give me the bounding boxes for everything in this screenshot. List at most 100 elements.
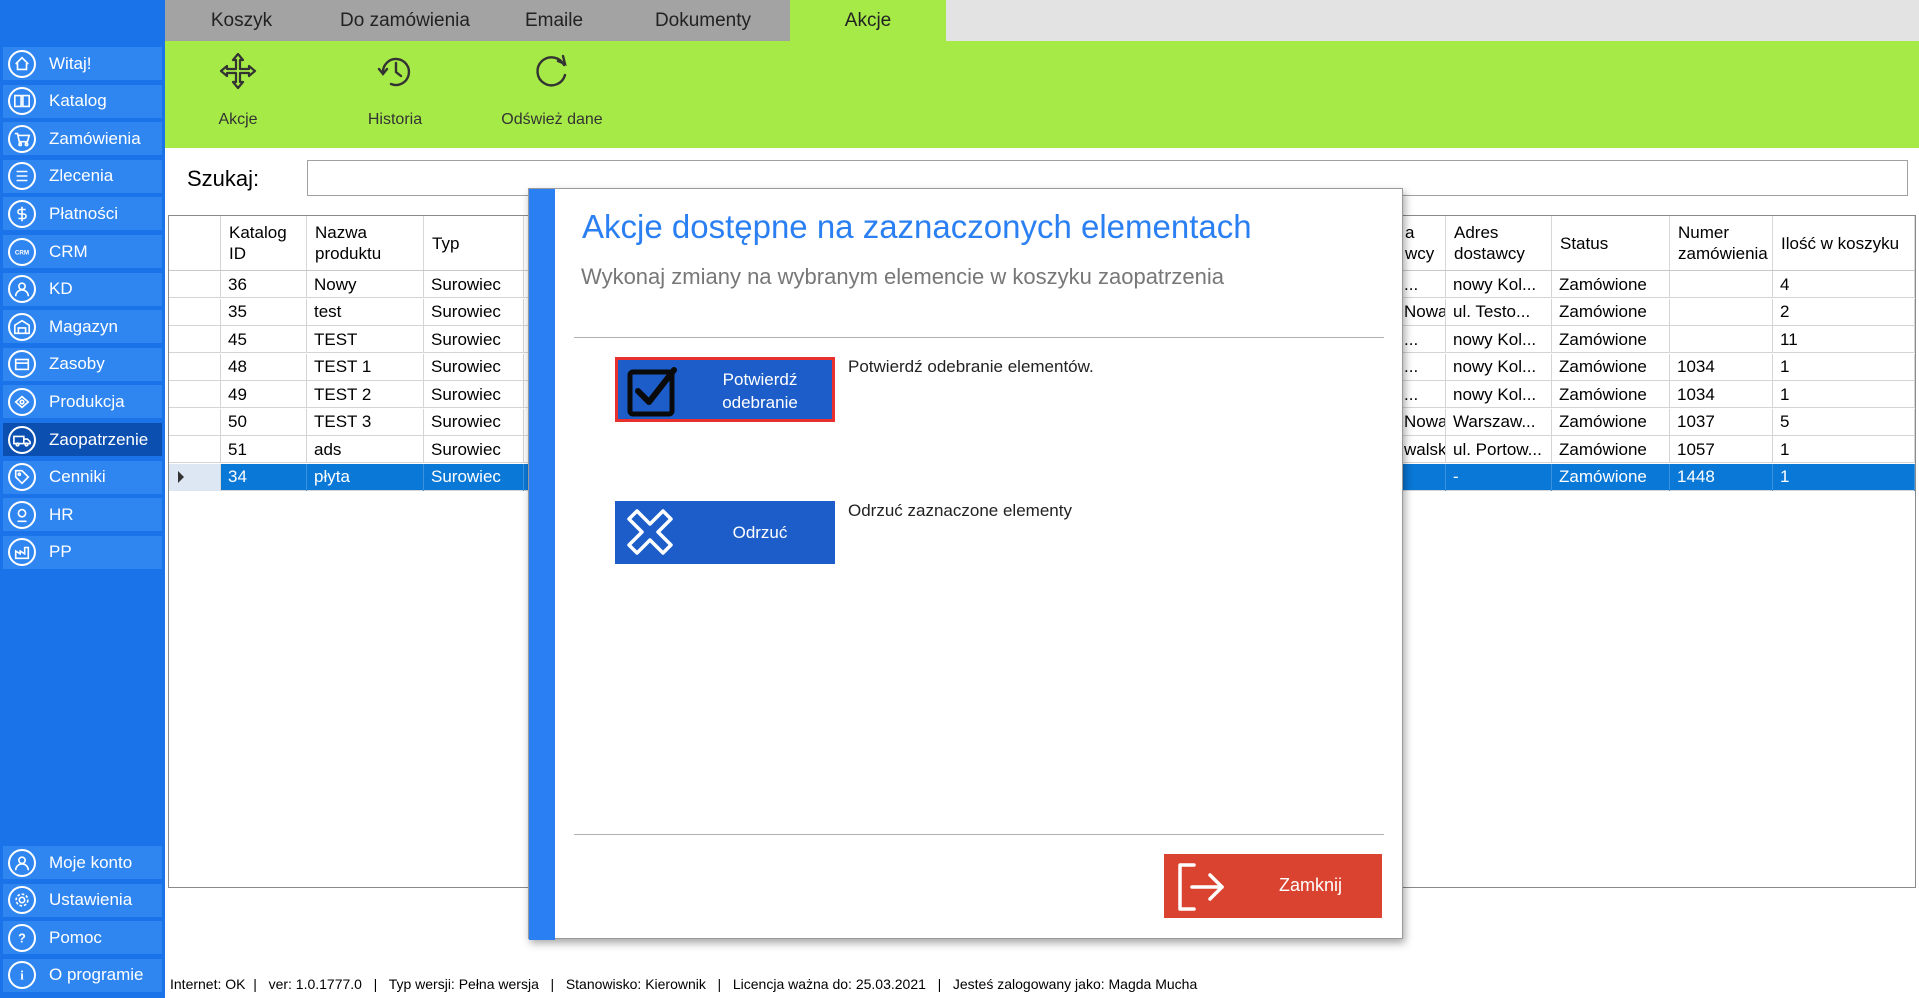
cell-adres: nowy Kol... bbox=[1446, 326, 1552, 353]
cell-status: Zamówione bbox=[1552, 271, 1670, 298]
dialog-divider-bottom bbox=[574, 834, 1384, 835]
sidebar-item-label: HR bbox=[49, 504, 74, 524]
row-selector[interactable] bbox=[169, 436, 221, 463]
cell-status: Zamówione bbox=[1552, 353, 1670, 381]
cell-typ: Surowiec bbox=[424, 463, 524, 491]
confirm-receipt-button[interactable]: Potwierdź odebranie bbox=[615, 357, 835, 422]
sidebar-item-moje-konto[interactable]: Moje konto bbox=[3, 846, 162, 879]
tab-akcje[interactable]: Akcje bbox=[790, 0, 946, 41]
row-selector[interactable] bbox=[169, 298, 221, 326]
refresh-icon bbox=[530, 49, 574, 93]
sidebar-item-pp[interactable]: PP bbox=[3, 535, 162, 569]
cell-id: 50 bbox=[221, 408, 307, 436]
column-header-adres[interactable]: Adres dostawcy bbox=[1446, 216, 1552, 270]
sidebar-item-magazyn[interactable]: Magazyn bbox=[3, 310, 162, 344]
reject-description: Odrzuć zaznaczone elementy bbox=[848, 501, 1072, 520]
cell-ilosc: 1 bbox=[1773, 353, 1915, 381]
sidebar-item-label: Ustawienia bbox=[49, 890, 133, 910]
sidebar-item-hr[interactable]: HR bbox=[3, 498, 162, 532]
cell-dostawca: ... bbox=[1397, 381, 1446, 408]
cell-typ: Surowiec bbox=[424, 271, 524, 298]
sidebar-item-cenniki[interactable]: Cenniki bbox=[3, 460, 162, 494]
tab-dokumenty[interactable]: Dokumenty bbox=[616, 0, 790, 41]
close-button[interactable]: Zamknij bbox=[1164, 854, 1382, 918]
sidebar-item-kd[interactable]: KD bbox=[3, 272, 162, 306]
gear-icon bbox=[8, 886, 36, 915]
sidebar-item-zasoby[interactable]: Zasoby bbox=[3, 347, 162, 381]
tag-icon bbox=[8, 463, 36, 492]
tab-koszyk[interactable]: Koszyk bbox=[165, 0, 318, 41]
cell-id: 48 bbox=[221, 353, 307, 381]
cell-status: Zamówione bbox=[1552, 463, 1670, 491]
row-selector[interactable] bbox=[169, 381, 221, 408]
dollar-icon bbox=[8, 199, 36, 228]
cell-numer: 1034 bbox=[1670, 381, 1773, 408]
cell-dostawca: ... bbox=[1397, 271, 1446, 298]
move-arrows-icon bbox=[216, 49, 260, 93]
tab-do-zamowienia[interactable]: Do zamówienia bbox=[318, 0, 492, 41]
sidebar-item-label: PP bbox=[49, 542, 72, 562]
akcje-button[interactable]: Akcje bbox=[168, 41, 308, 148]
cell-id: 45 bbox=[221, 326, 307, 353]
cell-adres: nowy Kol... bbox=[1446, 271, 1552, 298]
row-selector[interactable] bbox=[169, 326, 221, 353]
cell-id: 34 bbox=[221, 463, 307, 491]
sidebar-item-crm[interactable]: CRM CRM bbox=[3, 235, 162, 268]
reject-x-icon bbox=[623, 505, 679, 561]
historia-button[interactable]: Historia bbox=[325, 41, 465, 148]
sidebar-item-zamówienia[interactable]: Zamówienia bbox=[3, 122, 162, 156]
sidebar-item-pomoc[interactable]: ? Pomoc bbox=[3, 921, 162, 955]
exit-icon bbox=[1172, 859, 1228, 915]
cell-ilosc: 1 bbox=[1773, 436, 1915, 463]
sidebar-item-ustawienia[interactable]: Ustawienia bbox=[3, 883, 162, 917]
reject-label: Odrzuć bbox=[732, 523, 788, 542]
cell-typ: Surowiec bbox=[424, 381, 524, 408]
sidebar-item-o-programie[interactable]: i O programie bbox=[3, 958, 162, 992]
tab-emaile[interactable]: Emaile bbox=[492, 0, 616, 41]
cell-status: Zamówione bbox=[1552, 436, 1670, 463]
warehouse-icon bbox=[8, 312, 36, 341]
row-selector[interactable] bbox=[169, 271, 221, 298]
cell-typ: Surowiec bbox=[424, 326, 524, 353]
column-header-ilosc[interactable]: Ilość w koszyku bbox=[1773, 216, 1915, 270]
sidebar-item-label: Płatności bbox=[49, 203, 118, 223]
cell-id: 51 bbox=[221, 436, 307, 463]
row-pointer-icon bbox=[178, 470, 184, 483]
sidebar-item-label: O programie bbox=[49, 965, 144, 985]
row-selector[interactable] bbox=[169, 353, 221, 381]
odswiez-button[interactable]: Odśwież dane bbox=[482, 41, 622, 148]
sidebar-item-zaopatrzenie[interactable]: Zaopatrzenie bbox=[3, 423, 162, 456]
sidebar-item-płatności[interactable]: Płatności bbox=[3, 197, 162, 231]
cell-dostawca: ... bbox=[1397, 326, 1446, 353]
column-header-id[interactable]: Katalog ID bbox=[221, 216, 307, 270]
user-icon bbox=[8, 275, 36, 304]
reject-button[interactable]: Odrzuć bbox=[615, 501, 835, 564]
cell-id: 49 bbox=[221, 381, 307, 408]
sidebar-item-witaj-[interactable]: Witaj! bbox=[3, 47, 162, 80]
sidebar-item-zlecenia[interactable]: Zlecenia bbox=[3, 159, 162, 193]
cell-adres: nowy Kol... bbox=[1446, 381, 1552, 408]
dialog-title: Akcje dostępne na zaznaczonych elementac… bbox=[582, 208, 1252, 245]
column-header-status[interactable]: Status bbox=[1552, 216, 1670, 270]
cell-status: Zamówione bbox=[1552, 381, 1670, 408]
column-header-numer[interactable]: Numer zamówienia bbox=[1670, 216, 1773, 270]
dialog-divider-top bbox=[574, 337, 1384, 338]
info-icon: i bbox=[8, 961, 36, 990]
sidebar-item-label: Katalog bbox=[49, 91, 107, 111]
cell-adres: - bbox=[1446, 463, 1552, 491]
dialog-accent-bar bbox=[529, 189, 555, 940]
cell-typ: Surowiec bbox=[424, 436, 524, 463]
cell-numer: 1037 bbox=[1670, 408, 1773, 436]
column-header-dostawca[interactable]: a wcy bbox=[1397, 216, 1446, 270]
sidebar-item-label: Zamówienia bbox=[49, 128, 141, 148]
column-header-nazwa[interactable]: Nazwa produktu bbox=[307, 216, 424, 270]
sidebar-item-label: CRM bbox=[49, 241, 88, 261]
sidebar-item-produkcja[interactable]: Produkcja bbox=[3, 385, 162, 419]
cell-adres: ul. Portow... bbox=[1446, 436, 1552, 463]
column-header-typ[interactable]: Typ bbox=[424, 216, 524, 270]
cell-id: 35 bbox=[221, 298, 307, 326]
cell-numer bbox=[1670, 271, 1773, 298]
row-selector[interactable] bbox=[169, 463, 221, 491]
row-selector[interactable] bbox=[169, 408, 221, 436]
sidebar-item-katalog[interactable]: Katalog bbox=[3, 84, 162, 118]
